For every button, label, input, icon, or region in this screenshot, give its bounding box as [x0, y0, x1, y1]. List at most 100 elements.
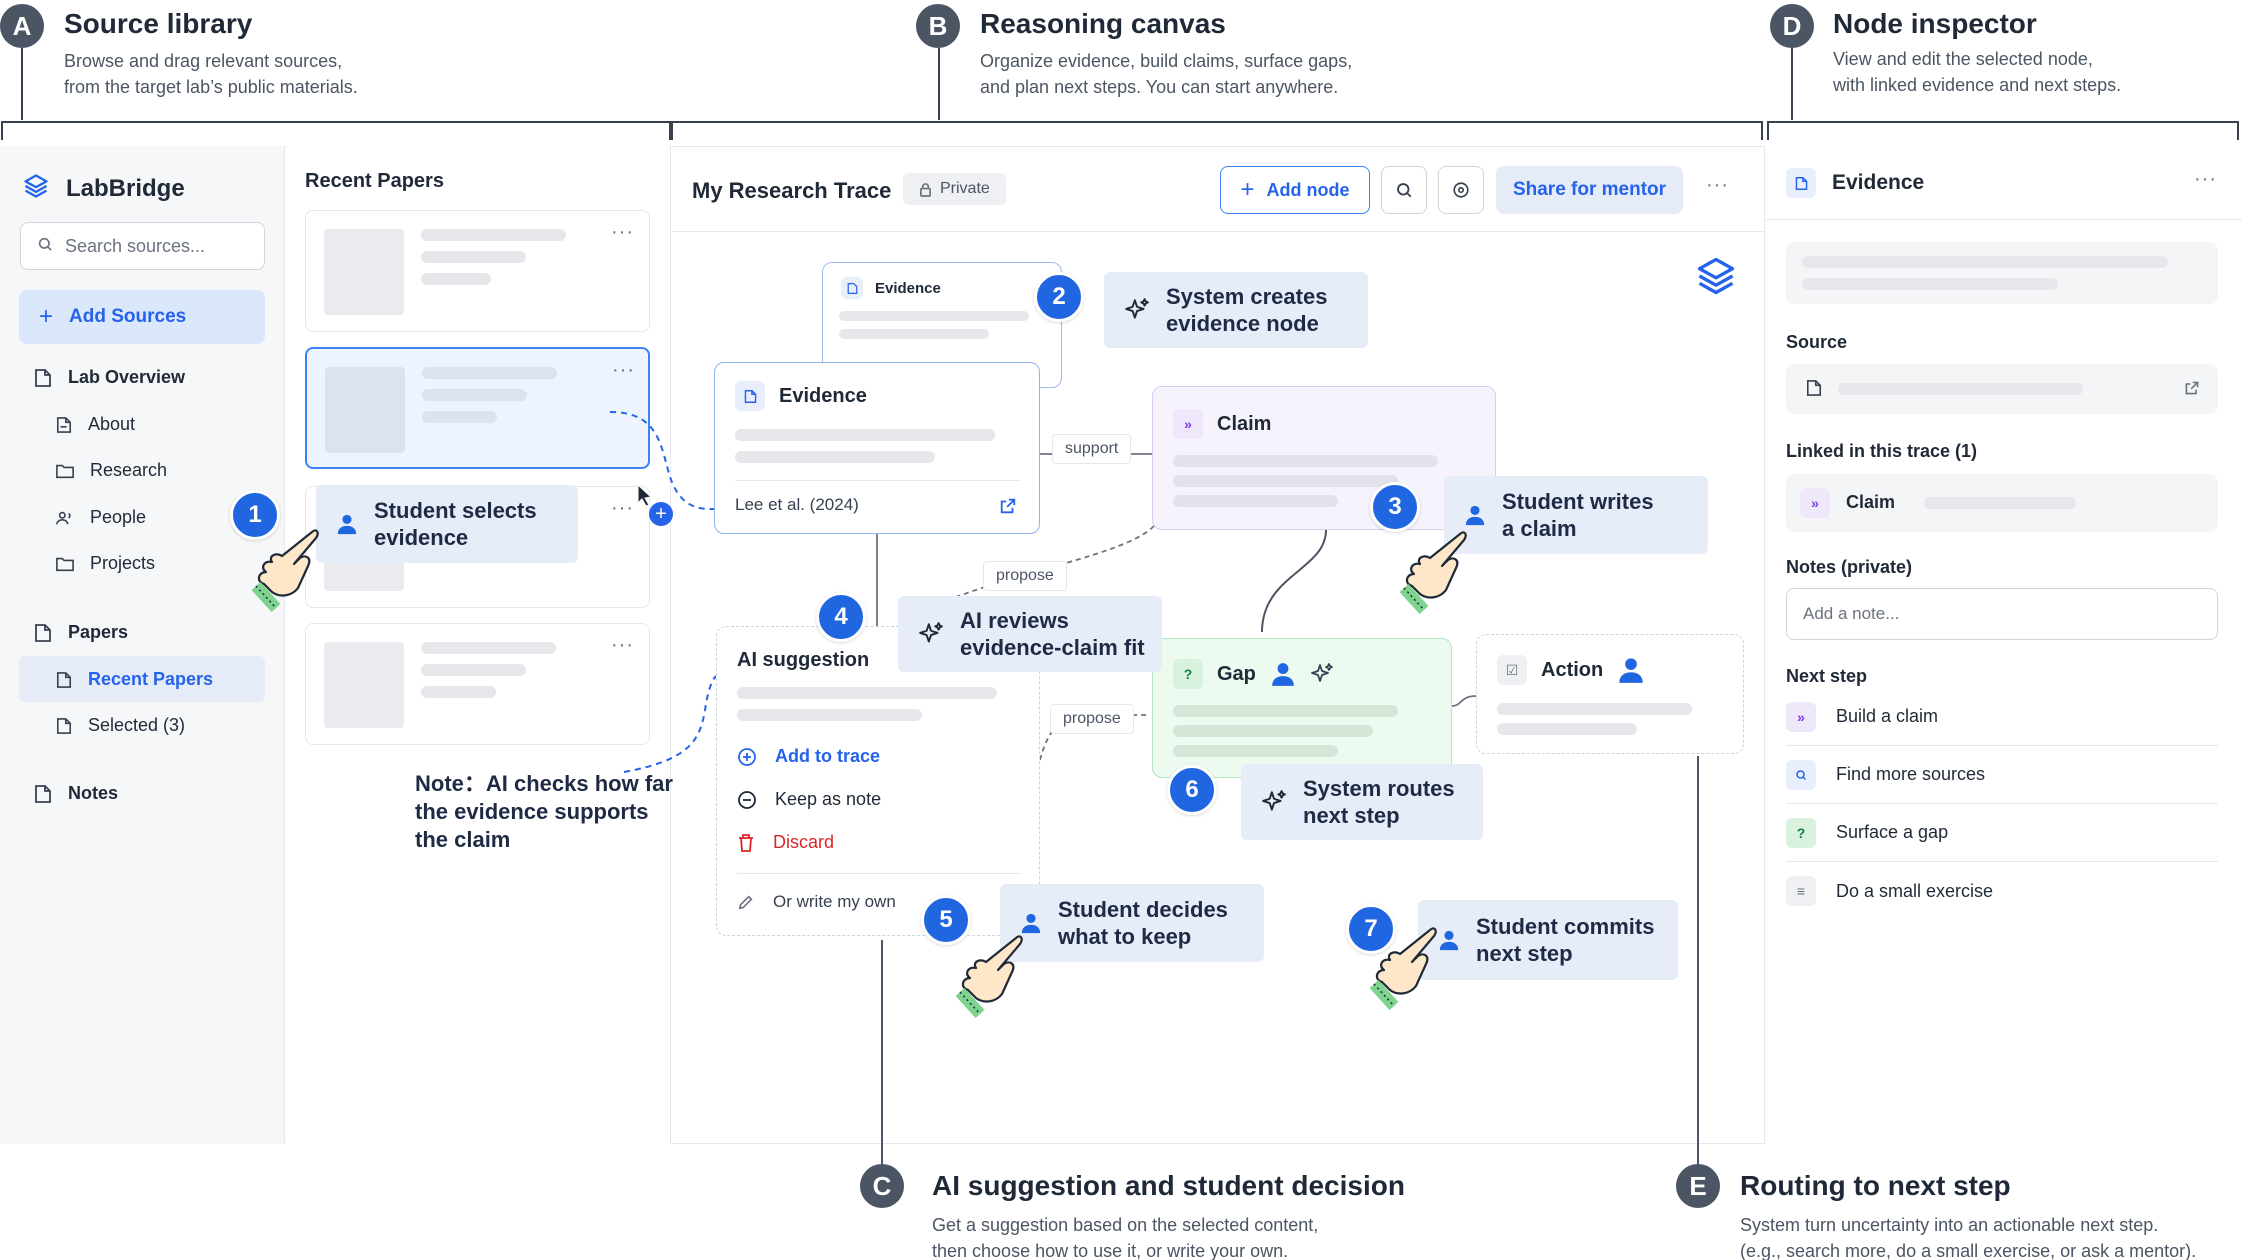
- step-callout-4: AI reviews evidence-claim fit: [898, 596, 1162, 672]
- pencil-icon: [738, 895, 753, 910]
- skeleton-line: [1173, 495, 1338, 507]
- file-icon: [1806, 380, 1822, 396]
- skeleton-line: [737, 687, 997, 699]
- discard-option[interactable]: Discard: [737, 832, 834, 853]
- sparkle-icon: [919, 622, 943, 643]
- hand-pointer-icon: [955, 935, 1023, 1018]
- step-callout-7: Student commits next step: [1418, 900, 1678, 980]
- section-e-desc: System turn uncertainty into an actionab…: [1740, 1215, 2197, 1260]
- skeleton-line: [735, 451, 935, 463]
- plus-circle-icon: [738, 747, 756, 766]
- source-row[interactable]: [1786, 364, 2218, 414]
- node-title: Evidence: [875, 279, 941, 297]
- skeleton-line: [1497, 703, 1692, 715]
- person-icon: [1619, 658, 1643, 683]
- sparkle-icon: [1311, 663, 1333, 682]
- action-node[interactable]: ☑ Action: [1476, 634, 1744, 754]
- note-input[interactable]: Add a note...: [1786, 588, 2218, 640]
- person-icon: [1439, 930, 1459, 951]
- checkbox-icon: ☑: [1497, 655, 1527, 685]
- section-c-title: AI suggestion and student decision: [932, 1170, 1405, 1201]
- next-step-small-exercise[interactable]: ≡ Do a small exercise: [1786, 862, 2218, 920]
- quote-icon: »: [1800, 488, 1830, 518]
- inspector-title: Evidence: [1832, 171, 1925, 194]
- lines-icon: ≡: [1786, 876, 1816, 906]
- skeleton-line: [1802, 256, 2168, 268]
- add-to-trace-option[interactable]: Add to trace: [737, 746, 880, 767]
- trash-icon: [739, 833, 753, 852]
- linked-claim-row[interactable]: » Claim: [1786, 474, 2218, 532]
- skeleton-line: [1173, 475, 1398, 487]
- note-annotation: Note：AI checks how far the evidence supp…: [415, 771, 673, 852]
- hand-pointer-icon: [1399, 531, 1467, 614]
- linked-label: Linked in this trace (1): [1786, 441, 1978, 461]
- skeleton-line: [1802, 278, 2058, 290]
- hand-pointer-icon: [1369, 927, 1437, 1010]
- file-icon: [735, 381, 765, 411]
- file-icon: [841, 277, 863, 299]
- linked-claim-label: Claim: [1846, 492, 1896, 512]
- node-title: Evidence: [779, 384, 867, 407]
- node-title: Claim: [1217, 412, 1272, 435]
- skeleton-line: [735, 429, 995, 441]
- edge-label-propose: propose: [1050, 704, 1134, 734]
- step-callout-2: System creates evidence node: [1104, 272, 1368, 348]
- node-title: Gap: [1217, 662, 1256, 685]
- gap-node[interactable]: ? Gap: [1152, 638, 1452, 778]
- step-number-3: 3: [1370, 482, 1420, 532]
- hand-pointer-icon: [251, 529, 319, 612]
- step-number-4: 4: [816, 592, 866, 642]
- skeleton-line: [737, 709, 922, 721]
- inspector-title-row: Evidence: [1786, 168, 1924, 198]
- section-c-badge: C: [860, 1164, 904, 1208]
- external-link-icon[interactable]: [999, 497, 1017, 515]
- quote-icon: »: [1786, 701, 1816, 732]
- skeleton-line: [839, 311, 1029, 321]
- person-icon: [337, 514, 357, 535]
- node-title: Action: [1541, 658, 1604, 681]
- skeleton-line: [1497, 723, 1637, 735]
- section-e-badge: E: [1676, 1164, 1720, 1208]
- write-own-option[interactable]: Or write my own: [737, 892, 896, 912]
- next-step-surface-gap[interactable]: ? Surface a gap: [1786, 804, 2218, 862]
- divider: [737, 873, 1021, 874]
- sparkle-icon: [1262, 790, 1286, 811]
- step-number-2: 2: [1034, 272, 1084, 322]
- section-c-desc: Get a suggestion based on the selected c…: [932, 1215, 1319, 1260]
- step-callout-6: System routes next step: [1241, 764, 1483, 840]
- evidence-node[interactable]: Evidence Lee et al. (2024): [714, 362, 1040, 534]
- divider: [735, 480, 1021, 481]
- notes-label: Notes (private): [1786, 557, 1913, 577]
- skeleton-line: [1173, 455, 1438, 467]
- external-link-icon[interactable]: [2184, 380, 2200, 396]
- source-label: Source: [1786, 332, 1848, 352]
- next-step-label: Next step: [1786, 666, 1868, 686]
- inspector-summary: [1786, 242, 2218, 304]
- skeleton-line: [1173, 745, 1338, 757]
- step-callout-3: Student writes a claim: [1444, 476, 1708, 554]
- skeleton-line: [839, 329, 989, 339]
- skeleton-line: [1924, 497, 2076, 509]
- edge-label-propose: propose: [983, 561, 1067, 591]
- skeleton-line: [1173, 725, 1373, 737]
- step-callout-5: Student decides what to keep: [1000, 884, 1264, 962]
- next-step-find-sources[interactable]: Find more sources: [1786, 746, 2218, 804]
- minus-circle-icon: [738, 790, 756, 809]
- more-icon[interactable]: ···: [2194, 168, 2217, 191]
- sparkle-icon: [1125, 298, 1149, 319]
- edge-label-support: support: [1052, 434, 1132, 464]
- next-step-build-claim[interactable]: » Build a claim: [1786, 688, 2218, 746]
- ai-suggestion-node[interactable]: AI suggestion: [716, 626, 1040, 936]
- quote-icon: »: [1173, 409, 1203, 439]
- ai-suggestion-title: AI suggestion: [737, 649, 870, 671]
- step-callout-1: Student selects evidence: [316, 485, 578, 563]
- skeleton-line: [1173, 705, 1398, 717]
- question-icon: ?: [1173, 659, 1203, 689]
- person-icon: [1021, 913, 1041, 934]
- file-icon: [1786, 168, 1816, 198]
- step-number-6: 6: [1167, 765, 1217, 815]
- search-icon: [1786, 759, 1816, 790]
- person-icon: [1465, 505, 1485, 526]
- keep-as-note-option[interactable]: Keep as note: [737, 789, 881, 810]
- evidence-citation: Lee et al. (2024): [735, 495, 859, 514]
